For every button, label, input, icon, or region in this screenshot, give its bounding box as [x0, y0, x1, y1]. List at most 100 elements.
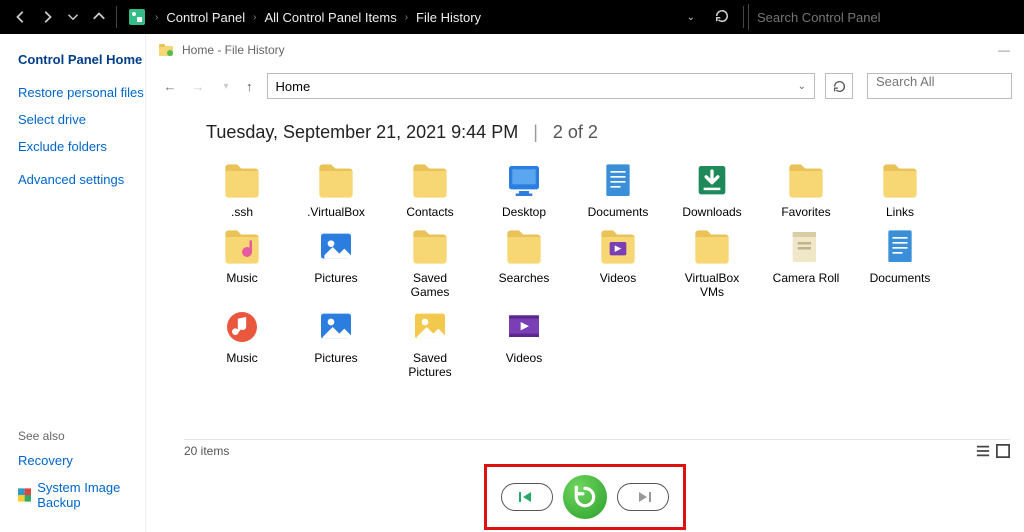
pictures-alt-icon	[406, 307, 454, 347]
large-icons-view-icon	[996, 444, 1010, 458]
item-label: Saved Pictures	[394, 351, 466, 379]
folder-item[interactable]: Searches	[488, 227, 560, 299]
breadcrumb-item[interactable]: Control Panel	[162, 10, 249, 25]
breadcrumb-item[interactable]: File History	[412, 10, 485, 25]
folder-item[interactable]: Links	[864, 161, 936, 219]
folder-item[interactable]: VirtualBox VMs	[676, 227, 748, 299]
item-label: Downloads	[682, 205, 741, 219]
search-input[interactable]	[757, 10, 1016, 25]
sidebar-restore-files[interactable]: Restore personal files	[18, 85, 145, 100]
refresh-icon[interactable]	[705, 9, 739, 26]
control-panel-icon	[129, 9, 145, 25]
folder-item[interactable]: Downloads	[676, 161, 748, 219]
folder-icon	[782, 161, 830, 201]
item-label: Links	[886, 205, 914, 219]
restore-controls	[146, 462, 1024, 532]
view-mode-toggle[interactable]	[976, 444, 1010, 458]
documents-icon	[594, 161, 642, 201]
folder-item[interactable]: Music	[206, 307, 278, 379]
version-position: 2 of 2	[553, 122, 598, 142]
minimize-icon[interactable]: —	[998, 43, 1012, 57]
sidebar-home[interactable]: Control Panel Home	[18, 52, 145, 67]
pane-nav-row: ← → ▾ ↑ Home ⌄	[146, 66, 1024, 106]
sidebar-exclude-folders[interactable]: Exclude folders	[18, 139, 145, 154]
chevron-right-icon: ›	[401, 12, 412, 23]
sidebar-advanced[interactable]: Advanced settings	[18, 172, 145, 187]
item-label: Favorites	[781, 205, 830, 219]
search-control-panel[interactable]	[748, 4, 1016, 30]
item-count: 20 items	[184, 444, 229, 458]
content-area: Tuesday, September 21, 2021 9:44 PM | 2 …	[146, 106, 1024, 462]
item-label: Videos	[600, 271, 636, 285]
pictures-folder-icon	[312, 227, 360, 267]
folder-item[interactable]: .VirtualBox	[300, 161, 372, 219]
folder-item[interactable]: Desktop	[488, 161, 560, 219]
sidebar-recovery[interactable]: Recovery	[18, 453, 145, 468]
restore-button[interactable]	[563, 475, 607, 519]
folder-item[interactable]: Documents	[864, 227, 936, 299]
folder-item[interactable]: Contacts	[394, 161, 466, 219]
folder-item[interactable]: Documents	[582, 161, 654, 219]
downloads-icon	[688, 161, 736, 201]
folder-item[interactable]: .ssh	[206, 161, 278, 219]
sidebar-select-drive[interactable]: Select drive	[18, 112, 145, 127]
item-label: .ssh	[231, 205, 253, 219]
file-history-icon	[158, 42, 174, 58]
music-folder-icon	[218, 227, 266, 267]
camera-icon	[782, 227, 830, 267]
videos-icon	[500, 307, 548, 347]
address-dropdown-icon[interactable]: ⌄	[798, 81, 806, 92]
folder-item[interactable]: Saved Games	[394, 227, 466, 299]
window-title-bar: Home - File History —	[146, 34, 1024, 66]
pane-refresh-icon[interactable]	[825, 73, 853, 99]
sidebar-system-image-backup[interactable]: System Image Backup	[18, 480, 145, 510]
pane-search[interactable]	[867, 73, 1012, 99]
item-label: Searches	[499, 271, 550, 285]
chevron-right-icon: ›	[151, 12, 162, 23]
documents-icon	[876, 227, 924, 267]
item-label: VirtualBox VMs	[676, 271, 748, 299]
folder-item[interactable]: Favorites	[770, 161, 842, 219]
folder-item[interactable]: Saved Pictures	[394, 307, 466, 379]
folder-item[interactable]: Music	[206, 227, 278, 299]
folder-item[interactable]: Camera Roll	[770, 227, 842, 299]
forward-icon[interactable]	[34, 4, 60, 30]
next-version-button[interactable]	[617, 483, 669, 511]
pictures-icon	[312, 307, 360, 347]
item-label: Camera Roll	[773, 271, 840, 285]
file-history-pane: Home - File History — ← → ▾ ↑ Home ⌄ Tue…	[145, 34, 1024, 532]
sidebar: Control Panel Home Restore personal file…	[0, 34, 145, 532]
pane-search-input[interactable]	[876, 74, 1003, 89]
item-label: Pictures	[314, 271, 357, 285]
address-dropdown-icon[interactable]: ⌄	[677, 12, 705, 23]
pane-recent-icon[interactable]: ▾	[214, 81, 238, 92]
window-title: Home - File History	[182, 43, 285, 57]
item-label: Pictures	[314, 351, 357, 365]
pane-forward-icon[interactable]: →	[186, 79, 210, 94]
version-header: Tuesday, September 21, 2021 9:44 PM | 2 …	[206, 122, 1004, 143]
address-bar[interactable]: Home ⌄	[267, 73, 816, 99]
back-icon[interactable]	[8, 4, 34, 30]
item-label: Music	[226, 351, 257, 365]
separator: |	[533, 122, 538, 142]
folder-icon	[406, 161, 454, 201]
folder-item[interactable]: Pictures	[300, 307, 372, 379]
version-date: Tuesday, September 21, 2021 9:44 PM	[206, 122, 518, 142]
folder-item[interactable]: Videos	[582, 227, 654, 299]
item-label: Contacts	[406, 205, 453, 219]
address-value: Home	[276, 79, 311, 94]
pane-back-icon[interactable]: ←	[158, 79, 182, 94]
folder-icon	[406, 227, 454, 267]
pane-up-icon[interactable]: ↑	[242, 79, 257, 94]
up-icon[interactable]	[86, 4, 112, 30]
breadcrumb-item[interactable]: All Control Panel Items	[260, 10, 400, 25]
folder-item[interactable]: Pictures	[300, 227, 372, 299]
see-also-label: See also	[18, 429, 145, 443]
folder-icon	[312, 161, 360, 201]
highlighted-controls	[484, 464, 686, 530]
desktop-icon	[500, 161, 548, 201]
previous-version-button[interactable]	[501, 483, 553, 511]
folder-item[interactable]: Videos	[488, 307, 560, 379]
recent-dropdown-icon[interactable]	[60, 4, 86, 30]
folder-icon	[500, 227, 548, 267]
